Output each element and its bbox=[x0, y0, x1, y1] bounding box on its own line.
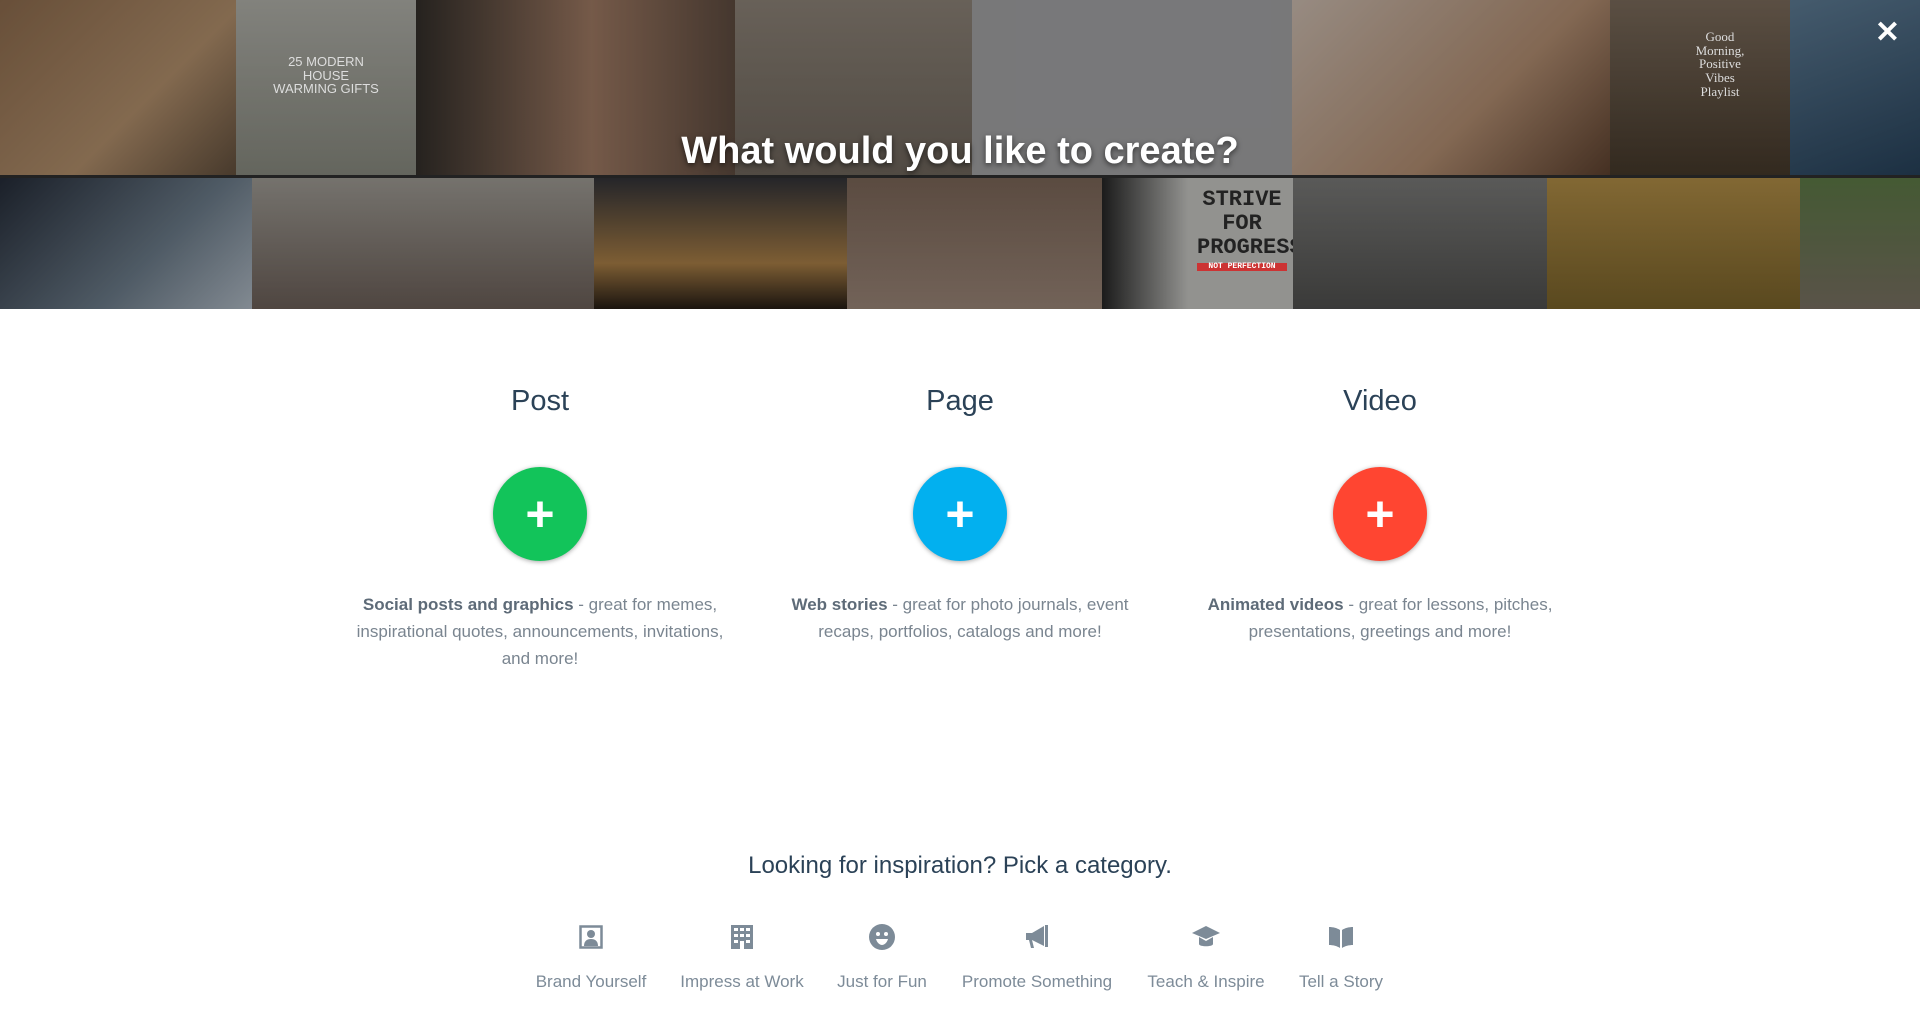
collage-photo bbox=[1800, 178, 1920, 309]
option-post: Post + Social posts and graphics - great… bbox=[350, 385, 730, 672]
create-page-button[interactable]: + bbox=[913, 467, 1007, 561]
create-post-button[interactable]: + bbox=[493, 467, 587, 561]
category-promote-something[interactable]: Promote Something bbox=[957, 922, 1117, 992]
category-tell-a-story[interactable]: Tell a Story bbox=[1261, 922, 1421, 992]
collage-photo bbox=[847, 178, 1102, 309]
megaphone-icon bbox=[957, 922, 1117, 952]
category-just-for-fun[interactable]: Just for Fun bbox=[802, 922, 962, 992]
option-title: Video bbox=[1343, 385, 1417, 417]
smiley-icon bbox=[802, 922, 962, 952]
collage-photo bbox=[1547, 178, 1800, 309]
option-description: Social posts and graphics - great for me… bbox=[356, 595, 724, 668]
option-page: Page + Web stories - great for photo jou… bbox=[770, 385, 1150, 645]
option-title: Page bbox=[926, 385, 994, 417]
plus-icon: + bbox=[1365, 486, 1395, 542]
collage-photo: STRIVE FOR PROGRESS NOT PERFECTION bbox=[1102, 178, 1293, 309]
building-icon bbox=[662, 922, 822, 952]
inspiration-heading: Looking for inspiration? Pick a category… bbox=[748, 852, 1172, 879]
portrait-icon bbox=[511, 922, 671, 952]
collage-photo bbox=[594, 178, 847, 309]
collage-photo bbox=[0, 178, 252, 309]
plus-icon: + bbox=[525, 486, 555, 542]
collage-photo bbox=[252, 178, 594, 309]
category-brand-yourself[interactable]: Brand Yourself bbox=[511, 922, 671, 992]
collage-photo bbox=[1293, 178, 1547, 309]
option-description: Animated videos - great for lessons, pit… bbox=[1207, 595, 1553, 641]
page-title: What would you like to create? bbox=[681, 130, 1239, 172]
category-impress-at-work[interactable]: Impress at Work bbox=[662, 922, 822, 992]
option-title: Post bbox=[510, 385, 570, 417]
close-icon[interactable]: ✕ bbox=[1875, 18, 1900, 48]
hero-collage: 25 MODERN HOUSE WARMING GIFTS Good Morni… bbox=[0, 0, 1920, 309]
book-icon bbox=[1261, 922, 1421, 952]
create-video-button[interactable]: + bbox=[1333, 467, 1427, 561]
plus-icon: + bbox=[945, 486, 975, 542]
option-video: Video + Animated videos - great for less… bbox=[1190, 385, 1570, 645]
option-description: Web stories - great for photo journals, … bbox=[791, 595, 1129, 641]
